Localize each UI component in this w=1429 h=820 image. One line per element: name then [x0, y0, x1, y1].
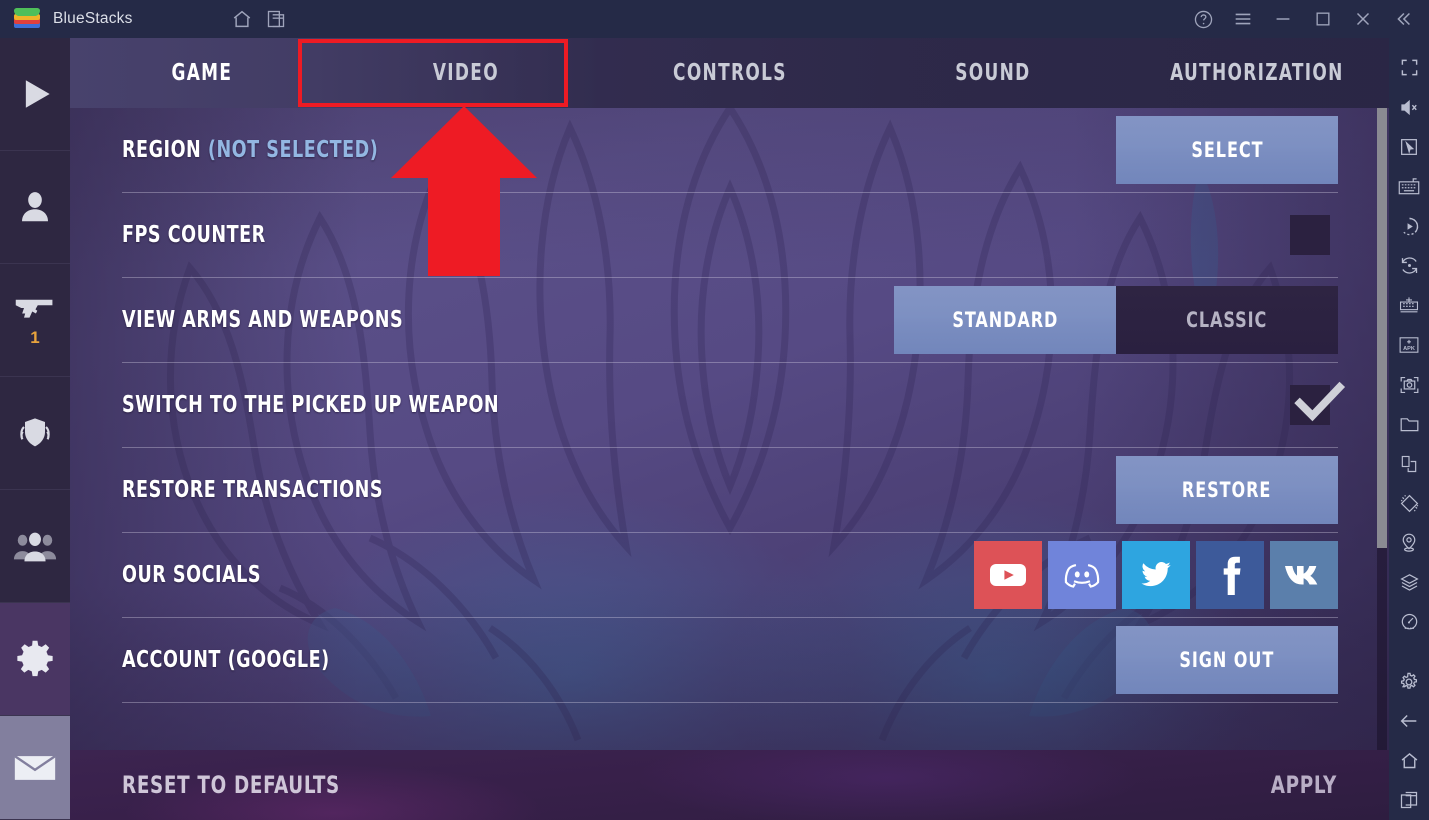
- rail-item-play[interactable]: [0, 38, 70, 151]
- settings-row-our-socials: OUR SOCIALS: [122, 533, 1338, 618]
- rail-item-mail[interactable]: [0, 716, 70, 820]
- settings-row-list: REGION (NOT SELECTED) SELECT FPS COUNTER…: [70, 108, 1389, 768]
- settings-row-view-arms: VIEW ARMS AND WEAPONS STANDARD CLASSIC: [122, 278, 1338, 363]
- row-label-fps-counter: FPS COUNTER: [122, 222, 266, 248]
- back-arrow-icon[interactable]: [1389, 701, 1429, 741]
- checkmark-icon: [1294, 381, 1346, 422]
- tab-authorization[interactable]: AUTHORIZATION: [1149, 38, 1365, 108]
- help-icon[interactable]: [1183, 0, 1223, 38]
- rotate-icon[interactable]: [1389, 246, 1429, 286]
- row-label-restore-transactions: RESTORE TRANSACTIONS: [122, 477, 384, 503]
- rail-item-settings[interactable]: [0, 603, 70, 716]
- rail-item-friends[interactable]: [0, 490, 70, 603]
- facebook-icon[interactable]: [1196, 541, 1264, 609]
- weapons-badge: 1: [30, 327, 40, 347]
- tab-game[interactable]: GAME: [94, 38, 310, 108]
- settings-tab-bar: GAME VIDEO CONTROLS SOUND AUTHORIZATION: [70, 38, 1389, 108]
- vk-icon[interactable]: [1270, 541, 1338, 609]
- row-label-account: ACCOUNT (GOOGLE): [122, 647, 330, 673]
- multi-instance-icon[interactable]: [259, 0, 293, 38]
- keymapping-icon[interactable]: [1389, 167, 1429, 207]
- layers-icon[interactable]: [1389, 563, 1429, 603]
- row-label-our-socials: OUR SOCIALS: [122, 562, 262, 588]
- settings-row-switch-weapon: SWITCH TO THE PICKED UP WEAPON: [122, 363, 1346, 448]
- media-folder-icon[interactable]: [1389, 404, 1429, 444]
- bluestacks-window: BlueStacks 1 GAME VIDEO CONTROLS SOUND A…: [0, 0, 1429, 820]
- tab-video[interactable]: VIDEO: [358, 38, 574, 108]
- maximize-icon[interactable]: [1303, 0, 1343, 38]
- apply-button[interactable]: APPLY: [1271, 771, 1337, 799]
- bluestacks-sidebar: APK: [1389, 38, 1429, 820]
- settings-gear-icon[interactable]: [1389, 662, 1429, 702]
- settings-row-account: ACCOUNT (GOOGLE) SIGN OUT: [122, 618, 1338, 703]
- collapse-icon[interactable]: [1383, 0, 1423, 38]
- bluestacks-logo: [14, 7, 40, 31]
- game-viewport: GAME VIDEO CONTROLS SOUND AUTHORIZATION: [70, 38, 1389, 820]
- performance-icon[interactable]: [1389, 602, 1429, 642]
- app-title: BlueStacks: [53, 10, 133, 27]
- svg-text:APK: APK: [1403, 346, 1415, 352]
- settings-footer: RESET TO DEFAULTS APPLY: [70, 750, 1389, 820]
- install-apk-icon[interactable]: APK: [1389, 325, 1429, 365]
- row-label-region: REGION (NOT SELECTED): [122, 137, 379, 163]
- tab-sound[interactable]: SOUND: [885, 38, 1101, 108]
- select-region-button[interactable]: SELECT: [1116, 116, 1338, 184]
- home-icon[interactable]: [1389, 741, 1429, 781]
- twitter-icon[interactable]: [1122, 541, 1190, 609]
- row-label-view-arms: VIEW ARMS AND WEAPONS: [122, 307, 404, 333]
- restore-transactions-button[interactable]: RESTORE: [1116, 456, 1338, 524]
- rail-item-clan[interactable]: [0, 377, 70, 490]
- view-arms-segmented-control: STANDARD CLASSIC: [894, 286, 1338, 354]
- screenshot-icon[interactable]: [1389, 365, 1429, 405]
- rail-item-profile[interactable]: [0, 151, 70, 264]
- tilt-icon[interactable]: [1389, 484, 1429, 524]
- annotation-arrow: [391, 106, 537, 276]
- fps-counter-checkbox[interactable]: [1290, 215, 1330, 255]
- title-bar: BlueStacks: [0, 0, 1429, 38]
- view-arms-option-classic[interactable]: CLASSIC: [1116, 286, 1338, 354]
- game-left-rail: 1: [0, 38, 70, 820]
- discord-icon[interactable]: [1048, 541, 1116, 609]
- home-icon[interactable]: [225, 0, 259, 38]
- row-label-switch-weapon: SWITCH TO THE PICKED UP WEAPON: [122, 392, 500, 418]
- sign-out-button[interactable]: SIGN OUT: [1116, 626, 1338, 694]
- settings-panel: REGION (NOT SELECTED) SELECT FPS COUNTER…: [70, 108, 1389, 768]
- reset-to-defaults-button[interactable]: RESET TO DEFAULTS: [122, 771, 340, 799]
- switch-weapon-checkbox[interactable]: [1290, 381, 1346, 425]
- copy-to-instance-icon[interactable]: [1389, 444, 1429, 484]
- menu-icon[interactable]: [1223, 0, 1263, 38]
- cursor-icon[interactable]: [1389, 127, 1429, 167]
- recent-apps-icon[interactable]: [1389, 780, 1429, 820]
- settings-scroll-thumb[interactable]: [1377, 108, 1387, 548]
- settings-row-restore-transactions: RESTORE TRANSACTIONS RESTORE: [122, 448, 1338, 533]
- mute-icon[interactable]: [1389, 88, 1429, 128]
- settings-row-fps-counter: FPS COUNTER: [122, 193, 1338, 278]
- fullscreen-icon[interactable]: [1389, 48, 1429, 88]
- macro-recorder-icon[interactable]: [1389, 206, 1429, 246]
- minimize-icon[interactable]: [1263, 0, 1303, 38]
- view-arms-option-standard[interactable]: STANDARD: [894, 286, 1116, 354]
- rail-item-weapons[interactable]: 1: [0, 264, 70, 377]
- close-icon[interactable]: [1343, 0, 1383, 38]
- youtube-icon[interactable]: [974, 541, 1042, 609]
- social-links: [974, 541, 1338, 609]
- settings-row-region: REGION (NOT SELECTED) SELECT: [122, 108, 1338, 193]
- tab-controls[interactable]: CONTROLS: [621, 38, 837, 108]
- location-icon[interactable]: [1389, 523, 1429, 563]
- multi-instance-sync-icon[interactable]: [1389, 286, 1429, 326]
